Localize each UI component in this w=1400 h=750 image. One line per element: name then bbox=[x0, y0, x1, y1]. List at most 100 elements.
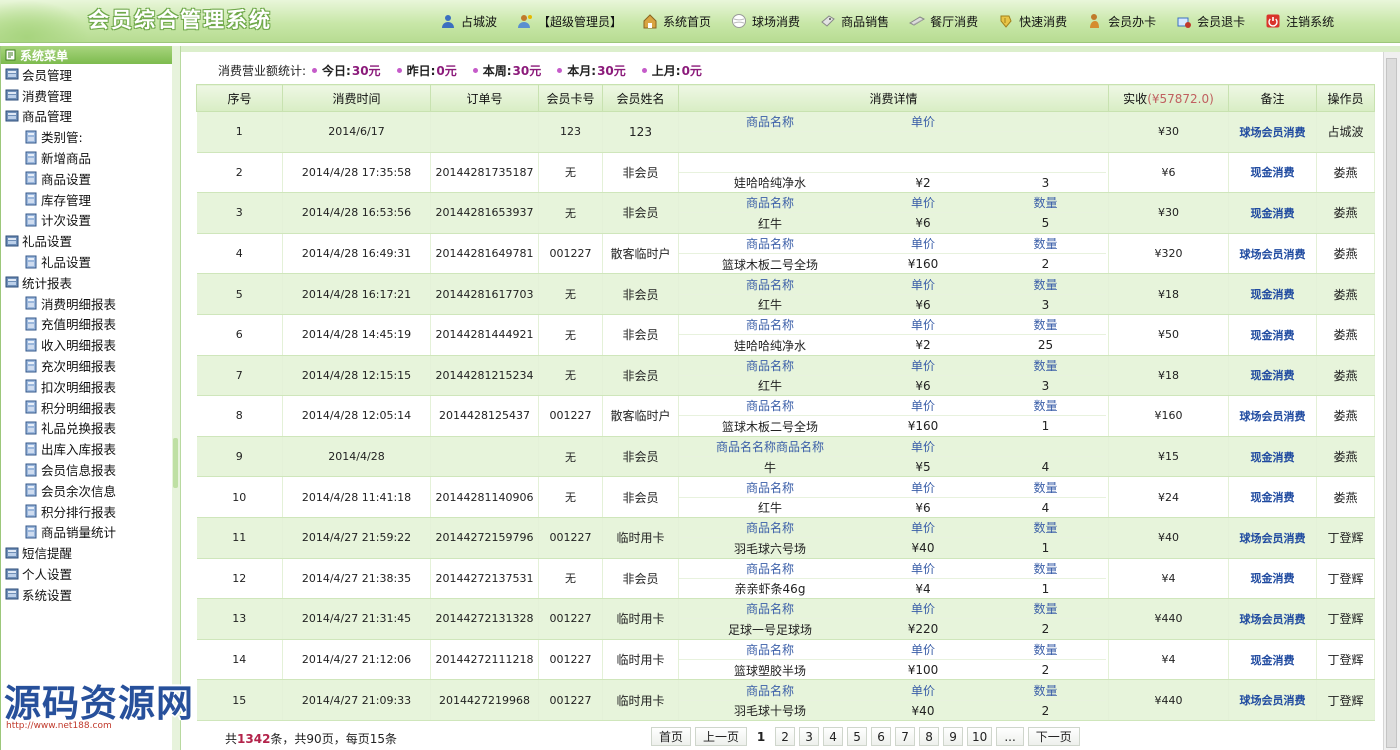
sidebar-item-11[interactable]: 消费明细报表 bbox=[1, 293, 172, 314]
ball-icon bbox=[732, 14, 747, 28]
scrollbar-thumb[interactable] bbox=[1386, 58, 1397, 748]
row-number: 11 bbox=[196, 517, 283, 559]
nav-item-8[interactable]: 会员退卡 bbox=[1176, 13, 1245, 30]
nav-item-1: 【超级管理员】 bbox=[517, 13, 622, 30]
table-row: 10 2014/4/28 11:41:18 20144281140906 无非会员 商品… bbox=[196, 476, 1375, 518]
page-icon bbox=[25, 421, 37, 435]
nav-item-9[interactable]: 注销系统 bbox=[1265, 13, 1334, 30]
nav-label: 快速消费 bbox=[1019, 14, 1068, 29]
note-link[interactable]: 球场会员消费 bbox=[1228, 395, 1317, 437]
note-link[interactable]: 现金消费 bbox=[1228, 152, 1317, 194]
pager-button-4[interactable]: 3 bbox=[799, 727, 820, 746]
summary-item-label: 本月: bbox=[567, 64, 597, 78]
sidebar-item-20[interactable]: 会员余次信息 bbox=[1, 480, 172, 501]
pager-button-12[interactable]: ... bbox=[996, 727, 1024, 746]
sidebar-item-5[interactable]: 商品设置 bbox=[1, 168, 172, 189]
pager-button-8[interactable]: 7 bbox=[895, 727, 916, 746]
note-link[interactable]: 现金消费 bbox=[1228, 355, 1317, 397]
sidebar-item-16[interactable]: 积分明细报表 bbox=[1, 397, 172, 418]
detail-product: 羽毛球六号场 bbox=[679, 537, 861, 558]
detail-header: 单价 bbox=[910, 480, 935, 495]
folder-icon bbox=[5, 547, 19, 559]
detail-header: 数量 bbox=[1033, 358, 1058, 373]
nav-item-7[interactable]: 会员办卡 bbox=[1087, 13, 1156, 30]
note-link[interactable]: 现金消费 bbox=[1228, 436, 1317, 478]
sidebar-item-10[interactable]: 统计报表 bbox=[1, 272, 172, 293]
sidebar-item-15[interactable]: 扣次明细报表 bbox=[1, 376, 172, 397]
sidebar-item-13[interactable]: 收入明细报表 bbox=[1, 334, 172, 355]
detail-header: 商品名称 bbox=[745, 358, 794, 373]
sidebar-item-23[interactable]: 短信提醒 bbox=[1, 542, 172, 563]
total-suffix: 条，共90页，每页15条 bbox=[270, 732, 397, 746]
pager-button-0[interactable]: 首页 bbox=[651, 727, 692, 746]
sidebar-item-14[interactable]: 充次明细报表 bbox=[1, 355, 172, 376]
pager-button-5[interactable]: 4 bbox=[823, 727, 844, 746]
quick-icon bbox=[1000, 15, 1012, 28]
sidebar-item-17[interactable]: 礼品兑换报表 bbox=[1, 418, 172, 439]
pager-button-6[interactable]: 5 bbox=[847, 727, 868, 746]
pager-button-10[interactable]: 9 bbox=[943, 727, 964, 746]
sidebar-item-label: 统计报表 bbox=[22, 275, 73, 291]
sidebar-item-12[interactable]: 充值明细报表 bbox=[1, 314, 172, 335]
pager-button-3[interactable]: 2 bbox=[775, 727, 796, 746]
note-link[interactable]: 现金消费 bbox=[1228, 273, 1317, 315]
note-link[interactable]: 球场会员消费 bbox=[1228, 233, 1317, 275]
paid-amount: ¥18 bbox=[1108, 355, 1229, 397]
sidebar-item-3[interactable]: 类别管: bbox=[1, 126, 172, 147]
card-number: 123 bbox=[538, 111, 603, 153]
sidebar-item-9[interactable]: 礼品设置 bbox=[1, 251, 172, 272]
sidebar-item-21[interactable]: 积分排行报表 bbox=[1, 501, 172, 522]
note-link[interactable]: 现金消费 bbox=[1228, 558, 1317, 600]
pager-button-9[interactable]: 8 bbox=[919, 727, 940, 746]
pager-button-13[interactable]: 下一页 bbox=[1027, 727, 1080, 746]
nav-item-2[interactable]: 系统首页 bbox=[642, 13, 711, 30]
pager-button-11[interactable]: 10 bbox=[967, 727, 993, 746]
nav-item-3[interactable]: 球场消费 bbox=[731, 13, 800, 30]
nav-item-4[interactable]: 商品销售 bbox=[820, 13, 889, 30]
sidebar-item-18[interactable]: 出库入库报表 bbox=[1, 438, 172, 459]
sidebar-splitter[interactable] bbox=[172, 46, 181, 750]
sidebar-item-24[interactable]: 个人设置 bbox=[1, 563, 172, 584]
splitter-grip[interactable] bbox=[173, 438, 178, 488]
pager-button-7[interactable]: 6 bbox=[871, 727, 892, 746]
vertical-scrollbar[interactable] bbox=[1383, 52, 1400, 750]
page-icon bbox=[25, 151, 37, 165]
note-link[interactable]: 球场会员消费 bbox=[1228, 598, 1317, 640]
operator: 娄燕 bbox=[1316, 436, 1375, 478]
operator: 娄燕 bbox=[1316, 314, 1375, 356]
detail-price: ¥6 bbox=[861, 496, 985, 518]
sidebar-item-6[interactable]: 库存管理 bbox=[1, 189, 172, 210]
summary-item-value: 0元 bbox=[436, 64, 457, 78]
member-name: 非会员 bbox=[602, 476, 679, 518]
pager-button-1[interactable]: 上一页 bbox=[695, 727, 748, 746]
note-link[interactable]: 现金消费 bbox=[1228, 476, 1317, 518]
sidebar-item-1[interactable]: 消费管理 bbox=[1, 85, 172, 106]
sidebar-item-0[interactable]: 会员管理 bbox=[1, 64, 172, 85]
sidebar-item-7[interactable]: 计次设置 bbox=[1, 210, 172, 231]
nav-item-6[interactable]: 快速消费 bbox=[998, 13, 1067, 30]
sidebar-item-8[interactable]: 礼品设置 bbox=[1, 230, 172, 251]
sidebar-item-2[interactable]: 商品管理 bbox=[1, 106, 172, 127]
sidebar-item-label: 礼品设置 bbox=[22, 234, 73, 250]
sidebar-item-4[interactable]: 新增商品 bbox=[1, 147, 172, 168]
note-link[interactable]: 现金消费 bbox=[1228, 192, 1317, 234]
user-icon bbox=[442, 15, 454, 28]
sidebar-item-25[interactable]: 系统设置 bbox=[1, 584, 172, 605]
note-link[interactable]: 球场会员消费 bbox=[1228, 517, 1317, 559]
note-link[interactable]: 球场会员消费 bbox=[1228, 679, 1317, 721]
paid-amount: ¥30 bbox=[1108, 192, 1229, 234]
sidebar-item-19[interactable]: 会员信息报表 bbox=[1, 459, 172, 480]
sidebar-item-22[interactable]: 商品销量统计 bbox=[1, 522, 172, 543]
page-icon bbox=[25, 213, 37, 227]
note-link[interactable]: 球场会员消费 bbox=[1228, 111, 1317, 153]
detail-price: ¥2 bbox=[861, 334, 985, 355]
note-link[interactable]: 现金消费 bbox=[1228, 314, 1317, 356]
folder-icon bbox=[5, 68, 19, 80]
admin-user-icon bbox=[518, 15, 533, 28]
nav-item-0[interactable]: 占城波 bbox=[440, 13, 497, 30]
nav-item-5[interactable]: 餐厅消费 bbox=[909, 13, 978, 30]
folder-icon bbox=[5, 235, 19, 247]
detail-qty: 2 bbox=[985, 618, 1106, 639]
note-link[interactable]: 现金消费 bbox=[1228, 639, 1317, 681]
detail-cell: 商品名名称商品名称 单价牛 ¥5 4 bbox=[678, 436, 1109, 478]
